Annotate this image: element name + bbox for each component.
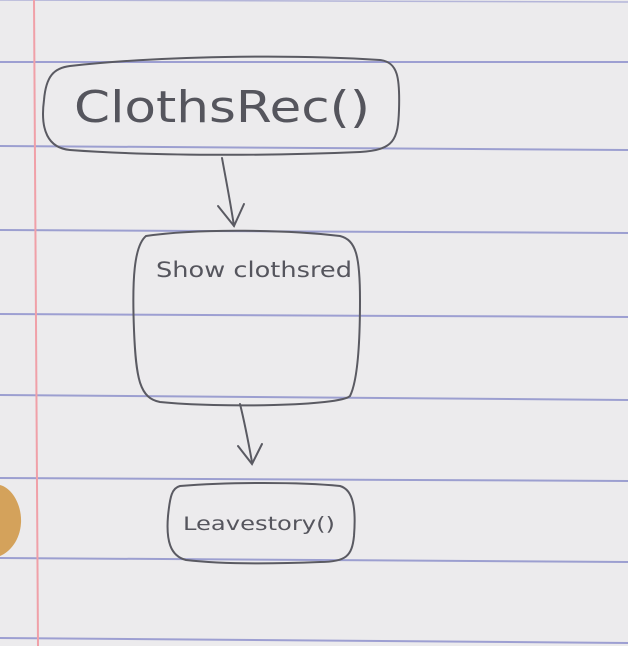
top-ruled-line [0,0,628,3]
notebook-page: ClothsRec() Show clothsred Leavestory() [0,0,628,646]
edge-arrow-2 [237,403,263,466]
node-leave-store: Leavestory() [166,482,356,565]
node-clothes-rec-label: ClothsRec() [74,82,370,133]
node-leave-store-label: Leavestory() [183,513,335,535]
node-show-clothes-label: Show clothsred [156,258,352,282]
ruled-lines [0,61,628,644]
node-clothes-rec: ClothsRec() [42,55,401,156]
node-show-clothes-border [132,229,362,407]
node-show-clothes: Show clothsred [132,229,362,407]
edge-arrow-1 [217,157,245,228]
margin-line [33,0,39,646]
binder-hole-stain [0,485,22,556]
